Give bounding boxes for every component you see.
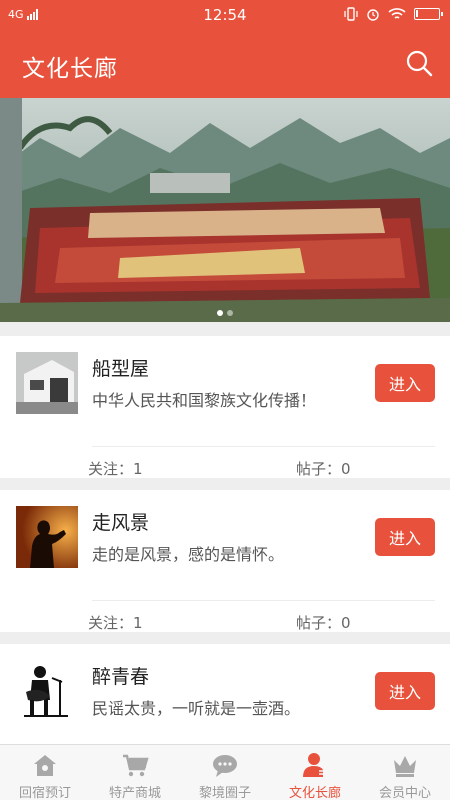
app-header: 文化长廊 [0, 30, 450, 98]
search-button[interactable] [404, 48, 434, 78]
status-icons [344, 7, 443, 21]
channel-description: 民谣太贵，一听就是一壶酒。 [92, 699, 301, 718]
status-bar: 4G 12:54 [0, 0, 450, 30]
alarm-icon [367, 9, 379, 21]
person-icon [303, 753, 327, 777]
bottom-tab-bar: 回宿预订 特产商城 黎境圈子 文化长廊 会员中心 [0, 744, 450, 800]
post-count: 帖子：0 [296, 460, 351, 478]
enter-button[interactable]: 进入 [375, 518, 435, 556]
tab-circle[interactable]: 黎境圈子 [180, 745, 270, 800]
channel-thumbnail [16, 660, 78, 722]
vibrate-icon [344, 7, 358, 21]
channel-list: 船型屋 中华人民共和国黎族文化传播！ 进入 关注：1 帖子：0 走风景 走的是风… [0, 322, 450, 744]
divider [92, 446, 435, 447]
banner-image [0, 98, 450, 322]
follow-count: 关注：1 [88, 460, 143, 478]
channel-description: 中华人民共和国黎族文化传播！ [92, 391, 317, 410]
channel-thumbnail [16, 352, 78, 414]
house-icon [34, 755, 56, 776]
carousel-dot[interactable] [217, 310, 223, 316]
page-title: 文化长廊 [22, 56, 118, 82]
carousel-dot[interactable] [227, 310, 233, 316]
cart-icon [123, 754, 149, 777]
enter-button[interactable]: 进入 [375, 364, 435, 402]
tab-label: 回宿预订 [18, 786, 71, 800]
wifi-icon [388, 8, 406, 19]
list-item[interactable]: 船型屋 中华人民共和国黎族文化传播！ 进入 关注：1 帖子：0 [0, 336, 450, 478]
channel-title: 走风景 [92, 512, 150, 534]
channel-description: 走的是风景，感的是情怀。 [92, 545, 285, 564]
search-icon [406, 50, 433, 77]
crown-icon [394, 756, 416, 777]
chat-icon [213, 755, 237, 777]
tab-culture[interactable]: 文化长廊 [270, 745, 360, 800]
tab-label: 黎境圈子 [198, 786, 251, 800]
follow-count: 关注：1 [88, 614, 143, 632]
divider [92, 600, 435, 601]
tab-label: 文化长廊 [288, 786, 341, 800]
list-item[interactable]: 走风景 走的是风景，感的是情怀。 进入 关注：1 帖子：0 [0, 490, 450, 632]
channel-stats: 关注：1 帖子：0 [0, 612, 450, 636]
channel-thumbnail [16, 506, 78, 568]
banner-carousel[interactable] [0, 98, 450, 322]
tab-mall[interactable]: 特产商城 [90, 745, 180, 800]
tab-homestay[interactable]: 回宿预订 [0, 745, 90, 800]
channel-title: 船型屋 [92, 358, 150, 380]
tab-label: 特产商城 [108, 786, 161, 800]
channel-title: 醉青春 [92, 666, 150, 688]
tab-member[interactable]: 会员中心 [360, 745, 450, 800]
post-count: 帖子：0 [296, 614, 351, 632]
carousel-indicator [0, 310, 450, 316]
battery-icon [414, 8, 443, 20]
tab-label: 会员中心 [378, 786, 431, 800]
list-item[interactable]: 醉青春 民谣太贵，一听就是一壶酒。 进入 [0, 644, 450, 744]
enter-button[interactable]: 进入 [375, 672, 435, 710]
channel-stats: 关注：1 帖子：0 [0, 458, 450, 482]
